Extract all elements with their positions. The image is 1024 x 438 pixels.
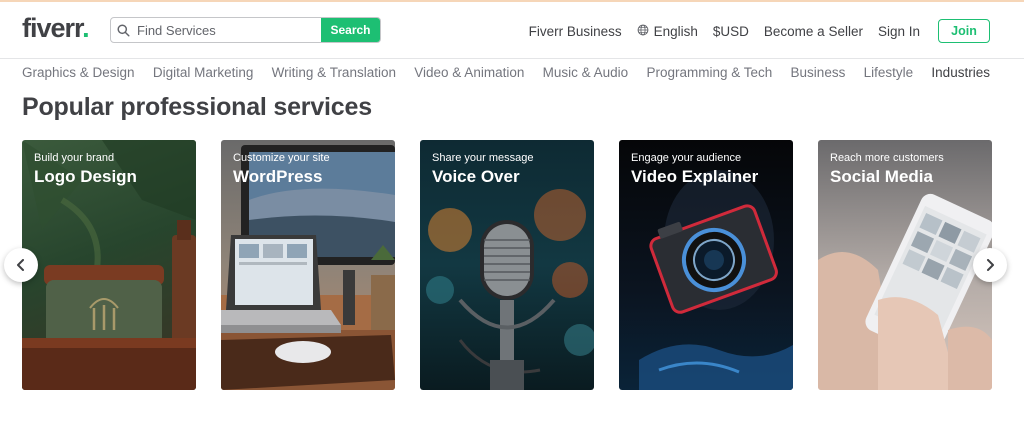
carousel-prev-button[interactable]	[4, 248, 38, 282]
card-title: Voice Over	[432, 167, 520, 186]
card-subtitle: Share your message	[432, 152, 534, 164]
card-title: WordPress	[233, 167, 323, 186]
service-card-video-explainer[interactable]: Engage your audience Video Explainer	[619, 140, 793, 390]
category-business[interactable]: Business	[791, 65, 846, 80]
join-button[interactable]: Join	[938, 19, 990, 43]
header-nav: Fiverr Business English $USD Become a Se…	[529, 19, 990, 43]
language-label: English	[653, 23, 698, 39]
category-digital-marketing[interactable]: Digital Marketing	[153, 65, 254, 80]
sign-in-link[interactable]: Sign In	[878, 24, 920, 39]
chevron-left-icon	[17, 259, 24, 271]
service-card-voice-over[interactable]: Share your message Voice Over	[420, 140, 594, 390]
card-subtitle: Reach more customers	[830, 152, 944, 164]
carousel-next-button[interactable]	[973, 248, 1007, 282]
globe-icon	[637, 24, 649, 39]
become-seller-link[interactable]: Become a Seller	[764, 24, 863, 39]
card-subtitle: Build your brand	[34, 152, 115, 164]
currency-selector[interactable]: $USD	[713, 24, 749, 39]
chevron-right-icon	[987, 259, 994, 271]
card-title: Logo Design	[34, 167, 137, 186]
category-menu: Graphics & Design Digital Marketing Writ…	[22, 65, 990, 80]
header-divider	[0, 58, 1024, 59]
service-card-logo-design[interactable]: Build your brand Logo Design	[22, 140, 196, 390]
category-programming-tech[interactable]: Programming & Tech	[646, 65, 772, 80]
category-music-audio[interactable]: Music & Audio	[543, 65, 629, 80]
magnifier-icon	[111, 18, 135, 42]
category-industries[interactable]: Industries	[931, 65, 990, 80]
card-subtitle: Engage your audience	[631, 152, 742, 164]
card-title: Video Explainer	[631, 167, 759, 186]
category-video-animation[interactable]: Video & Animation	[414, 65, 524, 80]
card-subtitle: Customize your site	[233, 152, 330, 164]
site-header: fiverr. Search Fiverr Business English $…	[0, 2, 1024, 56]
fiverr-logo[interactable]: fiverr.	[22, 14, 90, 42]
search-button[interactable]: Search	[321, 18, 380, 42]
card-title: Social Media	[830, 167, 933, 186]
service-card-social-media[interactable]: Reach more customers Social Media	[818, 140, 992, 390]
category-writing-translation[interactable]: Writing & Translation	[272, 65, 396, 80]
search-bar: Search	[110, 17, 381, 43]
service-card-wordpress[interactable]: Customize your site WordPress	[221, 140, 395, 390]
category-lifestyle[interactable]: Lifestyle	[864, 65, 914, 80]
search-input[interactable]	[135, 18, 321, 42]
section-title: Popular professional services	[22, 93, 372, 121]
language-selector[interactable]: English	[637, 24, 698, 39]
fiverr-business-link[interactable]: Fiverr Business	[529, 24, 622, 39]
category-graphics-design[interactable]: Graphics & Design	[22, 65, 135, 80]
